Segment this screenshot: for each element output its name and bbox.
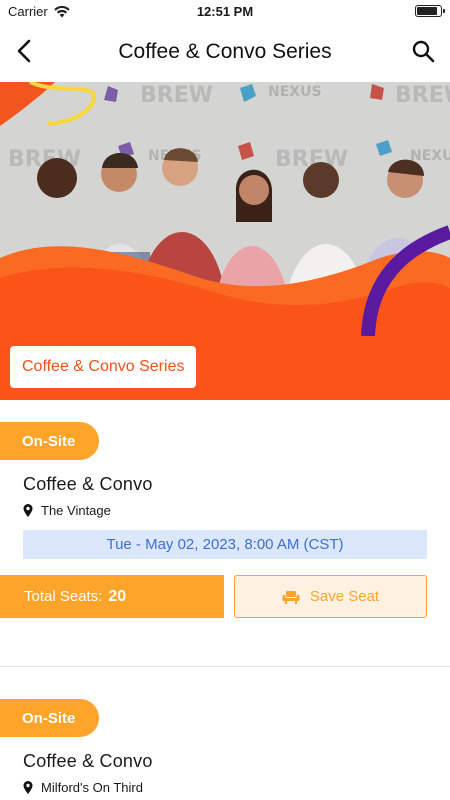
- battery-icon: [415, 5, 445, 17]
- event-date: Tue - May 02, 2023, 8:00 AM (CST): [23, 530, 427, 559]
- seats-label: Total Seats:: [24, 588, 103, 605]
- hero-photo: BREW BREW BREW BREW NEXUS NEXUS NEXUS: [0, 82, 450, 336]
- venue-name: Milford's On Third: [41, 780, 143, 795]
- seat-icon: [282, 590, 300, 604]
- series-banner: Coffee & Convo Series: [0, 336, 450, 400]
- venue-name: The Vintage: [41, 503, 111, 518]
- seats-count: 20: [108, 587, 127, 605]
- event-card[interactable]: On-Site Coffee & Convo Milford's On Thir…: [0, 667, 450, 795]
- event-venue: The Vintage: [0, 495, 450, 518]
- event-card[interactable]: On-Site Coffee & Convo The Vintage Tue -…: [0, 400, 450, 667]
- save-seat-label: Save Seat: [309, 588, 380, 605]
- event-type-badge: On-Site: [0, 422, 100, 460]
- logo-text: NEXUS: [268, 84, 322, 100]
- svg-text:NEXUS: NEXUS: [410, 148, 450, 164]
- navigation-bar: Coffee & Convo Series: [0, 22, 450, 82]
- event-actions: Total Seats: 20 Save Seat: [0, 559, 450, 618]
- event-venue: Milford's On Third: [0, 772, 450, 795]
- clock: 12:51 PM: [196, 4, 254, 19]
- event-title: Coffee & Convo: [23, 751, 153, 771]
- location-pin-icon: [23, 781, 33, 794]
- save-seat-button[interactable]: Save Seat: [234, 575, 427, 618]
- chevron-left-icon[interactable]: [10, 36, 40, 66]
- logo-text: BREW: [140, 83, 213, 108]
- page-title: Coffee & Convo Series: [118, 40, 332, 63]
- svg-text:BREW: BREW: [395, 83, 450, 108]
- location-pin-icon: [23, 504, 33, 517]
- event-title: Coffee & Convo: [23, 474, 153, 494]
- total-seats: Total Seats: 20: [0, 575, 224, 618]
- search-icon[interactable]: [408, 36, 438, 66]
- hero-banner: BREW BREW BREW BREW NEXUS NEXUS NEXUS: [0, 82, 450, 336]
- status-bar: Carrier 12:51 PM: [0, 0, 450, 22]
- series-chip[interactable]: Coffee & Convo Series: [10, 346, 197, 388]
- event-type-badge: On-Site: [0, 699, 100, 737]
